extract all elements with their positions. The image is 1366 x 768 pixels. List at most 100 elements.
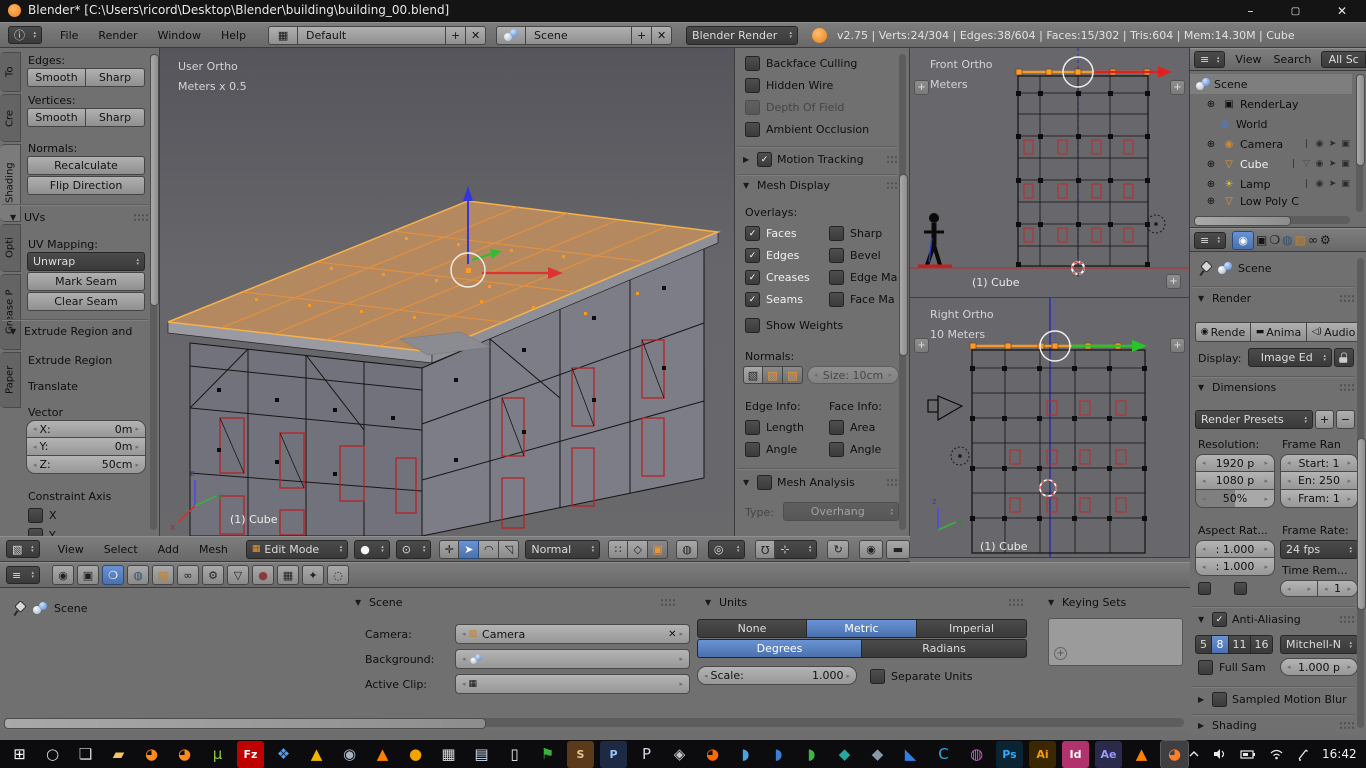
right-view-left-expand-button[interactable]: + xyxy=(914,338,929,353)
taskbar-icon-filezilla[interactable]: Fz xyxy=(237,741,264,768)
units-metric-button[interactable]: Metric xyxy=(807,619,917,638)
mark-seam-button[interactable]: Mark Seam xyxy=(27,272,145,291)
pivot-point-dropdown[interactable]: ⊙ xyxy=(396,540,432,559)
resolution-y-field[interactable]: 1080 p xyxy=(1195,472,1275,490)
edge-marks-checkbox[interactable] xyxy=(829,270,844,285)
scene-tab-icon[interactable]: ❍ xyxy=(102,565,124,585)
visibility-eye-icon[interactable]: ◉ xyxy=(1313,159,1326,169)
right-view-right-expand-button[interactable]: + xyxy=(1170,338,1185,353)
pin-icon[interactable] xyxy=(1198,260,1212,276)
main-3d-viewport[interactable]: z y x User Ortho Meters x 0.5 (1) Cube xyxy=(160,48,735,536)
taskbar-icon-indesign[interactable]: Id xyxy=(1062,741,1089,768)
data-tab-icon[interactable]: ▽ xyxy=(227,565,249,585)
taskbar-icon-notepad[interactable]: ▤ xyxy=(468,741,495,768)
close-button[interactable]: ✕ xyxy=(1318,0,1366,22)
hidden-wire-checkbox[interactable] xyxy=(745,78,760,93)
face-normals-toggle[interactable]: ▧ xyxy=(783,366,803,384)
outliner-menu-view[interactable]: View xyxy=(1229,53,1267,66)
creases-checkbox[interactable] xyxy=(745,270,760,285)
taskbar-clock[interactable]: 16:42 xyxy=(1322,747,1357,761)
repeat-history-icon[interactable]: ↻ xyxy=(827,540,849,559)
taskbar-icon-document[interactable]: ▯ xyxy=(501,741,528,768)
constraints-tab-icon[interactable]: ∞ xyxy=(1308,233,1318,247)
render-presets-dropdown[interactable]: Render Presets xyxy=(1195,410,1313,429)
clear-seam-button[interactable]: Clear Seam xyxy=(27,292,145,311)
units-none-button[interactable]: None xyxy=(697,619,807,638)
remove-preset-button[interactable]: − xyxy=(1336,410,1355,429)
tool-shelf-tab-grease-pencil[interactable]: Grease P xyxy=(0,274,21,350)
expand-icon[interactable]: ⊕ xyxy=(1204,139,1218,150)
aa-samples-11-button[interactable]: 11 xyxy=(1229,635,1251,654)
scene-panel-header[interactable]: ▼Scene xyxy=(355,596,675,609)
menu-help[interactable]: Help xyxy=(211,29,256,42)
renderability-camera-icon[interactable]: ▣ xyxy=(1339,179,1352,189)
frame-end-field[interactable]: En: 250 xyxy=(1280,472,1358,490)
taskbar-icon-google-drive[interactable]: ▲ xyxy=(303,741,330,768)
front-view-left-expand-button[interactable]: + xyxy=(914,80,929,95)
taskbar-icon-orange-app[interactable]: ● xyxy=(402,741,429,768)
taskbar-icon-scrivener[interactable]: S xyxy=(567,741,594,768)
npanel-scrollbar[interactable] xyxy=(899,54,906,530)
selectability-arrow-icon[interactable]: ➤ xyxy=(1326,179,1339,189)
world-tab-icon[interactable]: ◍ xyxy=(127,565,149,585)
analysis-type-dropdown[interactable]: Overhang xyxy=(783,502,899,521)
edge-angle-checkbox[interactable] xyxy=(745,442,760,457)
face-angle-checkbox[interactable] xyxy=(829,442,844,457)
proportional-edit-dropdown[interactable]: ◎ xyxy=(708,540,746,559)
expand-icon[interactable]: ⊕ xyxy=(1204,196,1218,207)
minimize-button[interactable]: – xyxy=(1228,0,1273,22)
taskbar-icon-shield-app[interactable]: ◆ xyxy=(864,741,891,768)
outliner-filter-dropdown[interactable]: All Sc xyxy=(1321,51,1366,68)
scene-icon[interactable] xyxy=(496,26,526,45)
close-scene-button[interactable]: ✕ xyxy=(652,26,672,45)
render-tab-icon[interactable]: ◉ xyxy=(52,565,74,585)
viewport-shading-dropdown[interactable]: ● xyxy=(354,540,390,559)
render-still-button[interactable]: ◉Rende xyxy=(1195,322,1251,342)
anti-aliasing-panel-header[interactable]: ▼ Anti-Aliasing xyxy=(1198,612,1354,627)
front-view-right-expand-button[interactable]: + xyxy=(1170,80,1185,95)
layout-name[interactable]: Default xyxy=(298,26,446,45)
frame-rate-dropdown[interactable]: 24 fps xyxy=(1280,540,1358,559)
renderability-camera-icon[interactable]: ▣ xyxy=(1339,139,1352,149)
mesh-analysis-panel-header[interactable]: ▼ Mesh Analysis xyxy=(743,475,901,490)
tray-speaker-icon[interactable] xyxy=(1213,748,1227,760)
edge-select-icon[interactable]: ◇ xyxy=(628,540,648,559)
flip-direction-button[interactable]: Flip Direction xyxy=(27,176,145,195)
vector-x-field[interactable]: X:0m xyxy=(26,420,146,438)
units-panel-header[interactable]: ▼Units xyxy=(705,596,1023,609)
taskbar-icon-c-app[interactable]: C xyxy=(930,741,957,768)
taskbar-icon-green-app[interactable]: ◗ xyxy=(798,741,825,768)
taskbar-icon-unity[interactable]: ◈ xyxy=(666,741,693,768)
world-tab-icon[interactable]: ◍ xyxy=(1282,233,1292,247)
taskbar-icon-cortana[interactable]: ○ xyxy=(39,741,66,768)
taskbar-icon-firefox-2[interactable]: ◕ xyxy=(171,741,198,768)
face-select-icon[interactable]: ▣ xyxy=(648,540,668,559)
render-tab-icon[interactable]: ◉ xyxy=(1232,231,1254,250)
resolution-percentage-slider[interactable]: 50% xyxy=(1195,490,1275,508)
snap-magnet-icon[interactable]: Ω xyxy=(755,540,775,559)
mode-dropdown[interactable]: ▦ Edit Mode xyxy=(246,540,348,559)
render-layers-tab-icon[interactable]: ▣ xyxy=(77,565,99,585)
outliner-hscrollbar[interactable] xyxy=(1194,216,1350,224)
viewport-menu-add[interactable]: Add xyxy=(148,543,189,556)
depth-of-field-checkbox[interactable] xyxy=(745,100,760,115)
backface-culling-checkbox[interactable] xyxy=(745,56,760,71)
taskbar-icon-vlc[interactable]: ▲ xyxy=(369,741,396,768)
full-sample-checkbox[interactable] xyxy=(1198,660,1213,675)
outliner-item-cube[interactable]: ⊕ ▽ Cube |▽ ◉ ➤ ▣ xyxy=(1190,154,1352,174)
taskbar-icon-p-dark[interactable]: P xyxy=(600,741,627,768)
aa-samples-16-button[interactable]: 16 xyxy=(1251,635,1273,654)
vertex-select-icon[interactable]: ∷ xyxy=(608,540,628,559)
maximize-button[interactable]: ▢ xyxy=(1273,0,1318,22)
motion-tracking-panel-header[interactable]: ▶ Motion Tracking xyxy=(743,152,901,167)
taskbar-icon-calculator[interactable]: ▦ xyxy=(435,741,462,768)
normals-size-field[interactable]: Size: 10cm xyxy=(807,366,899,384)
taskbar-icon-utorrent[interactable]: µ xyxy=(204,741,231,768)
uvs-panel-header[interactable]: ▼UVs xyxy=(10,211,148,224)
bottom-hscrollbar[interactable] xyxy=(4,718,1184,727)
physics-tab-icon[interactable]: ◌ xyxy=(327,565,349,585)
opengl-render-icon[interactable]: ◉ xyxy=(859,540,883,559)
tool-shelf-scrollbar[interactable] xyxy=(150,54,157,530)
render-panel-header[interactable]: ▼Render xyxy=(1198,292,1354,305)
tool-shelf-tab-paper[interactable]: Paper xyxy=(0,352,21,408)
